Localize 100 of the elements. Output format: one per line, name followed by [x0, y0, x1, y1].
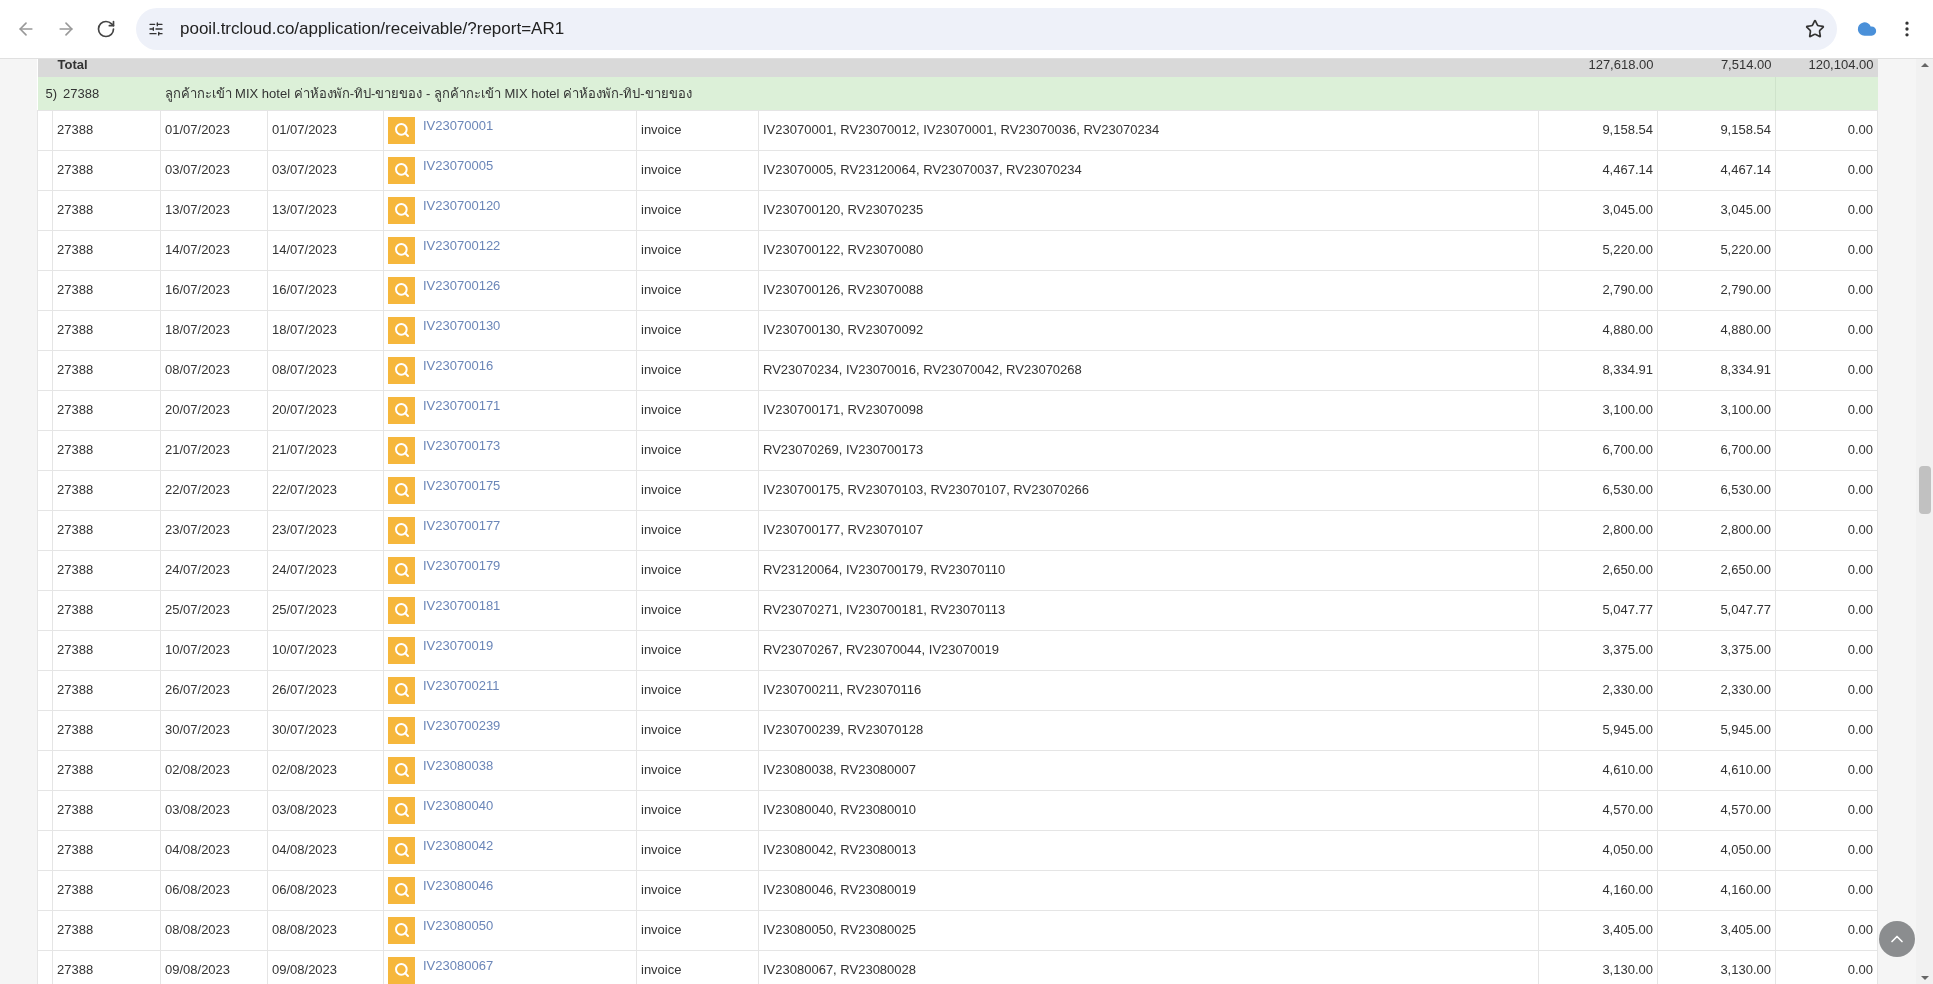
document-link[interactable]: IV230700120 [423, 196, 501, 216]
address-bar[interactable]: pooil.trcloud.co/application/receivable/?report=AR1 [136, 8, 1837, 50]
date-text: 09/08/2023 [165, 962, 231, 978]
date-text: 01/07/2023 [272, 122, 338, 138]
amount-text: 6,700.00 [1602, 442, 1653, 458]
customer-code: 27388 [57, 242, 94, 258]
document-link[interactable]: IV23070019 [423, 636, 494, 656]
amount-text: 0.00 [1847, 442, 1873, 458]
reference-list: IV230700120, RV23070235 [763, 202, 924, 218]
amount-text: 0.00 [1847, 962, 1873, 978]
customer-code: 27388 [57, 722, 94, 738]
document-link[interactable]: IV23070016 [423, 356, 494, 376]
amount-text: 0.00 [1847, 562, 1873, 578]
document-link[interactable]: IV230700122 [423, 236, 501, 256]
amount-text: 2,330.00 [1602, 682, 1653, 698]
document-link[interactable]: IV230700171 [423, 396, 501, 416]
document-link[interactable]: IV23080046 [423, 876, 494, 896]
amount-text: 4,467.14 [1602, 162, 1653, 178]
date-text: 13/07/2023 [272, 202, 338, 218]
amount-text: 3,130.00 [1602, 962, 1653, 978]
amount-text: 4,160.00 [1720, 882, 1771, 898]
document-link[interactable]: IV23070001 [423, 116, 494, 136]
date-text: 25/07/2023 [165, 602, 231, 618]
reference-list: IV23070005, RV23120064, RV23070037, RV23070234 [763, 162, 1082, 178]
document-link[interactable]: IV230700173 [423, 436, 501, 456]
date-text: 04/08/2023 [272, 842, 338, 858]
customer-code: 27388 [57, 962, 94, 978]
document-type: invoice [641, 322, 682, 338]
amount-text: 3,100.00 [1720, 402, 1771, 418]
document-link[interactable]: IV230700239 [423, 716, 501, 736]
amount-text: 8,334.91 [1602, 362, 1653, 378]
amount-text: 0.00 [1847, 882, 1873, 898]
document-link[interactable]: IV23080067 [423, 956, 494, 976]
document-link[interactable]: IV23080040 [423, 796, 494, 816]
document-type: invoice [641, 882, 682, 898]
date-text: 10/07/2023 [272, 642, 338, 658]
date-text: 14/07/2023 [165, 242, 231, 258]
customer-code: 27388 [57, 362, 94, 378]
document-type: invoice [641, 922, 682, 938]
amount-text: 0.00 [1847, 762, 1873, 778]
customer-code: 27388 [57, 442, 94, 458]
amount-text: 2,330.00 [1720, 682, 1771, 698]
document-type: invoice [641, 722, 682, 738]
amount-text: 4,610.00 [1602, 762, 1653, 778]
customer-code: 27388 [57, 122, 94, 138]
amount-text: 0.00 [1847, 482, 1873, 498]
date-text: 16/07/2023 [272, 282, 338, 298]
document-link[interactable]: IV23070005 [423, 156, 494, 176]
amount-text: 4,610.00 [1720, 762, 1771, 778]
document-link[interactable]: IV23080050 [423, 916, 494, 936]
document-type: invoice [641, 522, 682, 538]
amount-text: 3,045.00 [1720, 202, 1771, 218]
customer-code: 27388 [57, 522, 94, 538]
date-text: 20/07/2023 [165, 402, 231, 418]
document-link[interactable]: IV230700126 [423, 276, 501, 296]
document-type: invoice [641, 362, 682, 378]
date-text: 22/07/2023 [272, 482, 338, 498]
amount-text: 4,880.00 [1720, 322, 1771, 338]
amount-text: 2,800.00 [1602, 522, 1653, 538]
document-type: invoice [641, 842, 682, 858]
amount-text: 0.00 [1847, 802, 1873, 818]
reference-list: RV23070234, IV23070016, RV23070042, RV23070268 [763, 362, 1082, 378]
customer-code: 27388 [57, 842, 94, 858]
document-link[interactable]: IV230700179 [423, 556, 501, 576]
document-link[interactable]: IV230700130 [423, 316, 501, 336]
amount-text: 0.00 [1847, 682, 1873, 698]
document-link[interactable]: IV230700177 [423, 516, 501, 536]
document-link[interactable]: IV23080042 [423, 836, 494, 856]
document-type: invoice [641, 802, 682, 818]
document-type: invoice [641, 602, 682, 618]
document-link[interactable]: IV23080038 [423, 756, 494, 776]
amount-text: 5,945.00 [1720, 722, 1771, 738]
amount-text: 0.00 [1847, 842, 1873, 858]
amount-text: 4,050.00 [1602, 842, 1653, 858]
amount-text: 3,405.00 [1720, 922, 1771, 938]
date-text: 01/07/2023 [165, 122, 231, 138]
reference-list: IV23070001, RV23070012, IV23070001, RV23070036, RV23070234 [763, 122, 1160, 138]
amount-text: 2,650.00 [1720, 562, 1771, 578]
amount-text: 3,405.00 [1602, 922, 1653, 938]
total-value: 7,514.00 [1720, 59, 1772, 73]
reference-list: IV230700211, RV23070116 [763, 682, 922, 698]
amount-text: 0.00 [1847, 522, 1873, 538]
document-link[interactable]: IV230700181 [423, 596, 501, 616]
date-text: 22/07/2023 [165, 482, 231, 498]
reference-list: IV230700130, RV23070092 [763, 322, 924, 338]
document-link[interactable]: IV230700211 [423, 676, 500, 696]
customer-code: 27388 [57, 922, 94, 938]
customer-code: 27388 [57, 322, 94, 338]
amount-text: 5,220.00 [1602, 242, 1653, 258]
document-type: invoice [641, 962, 682, 978]
date-text: 03/08/2023 [165, 802, 231, 818]
reference-list: IV23080038, RV23080007 [763, 762, 916, 778]
document-link[interactable]: IV230700175 [423, 476, 501, 496]
amount-text: 6,530.00 [1720, 482, 1771, 498]
date-text: 08/08/2023 [165, 922, 231, 938]
date-text: 16/07/2023 [165, 282, 231, 298]
customer-code: 27388 [57, 562, 94, 578]
amount-text: 5,945.00 [1602, 722, 1653, 738]
reference-list: IV230700171, RV23070098 [763, 402, 924, 418]
date-text: 10/07/2023 [165, 642, 231, 658]
